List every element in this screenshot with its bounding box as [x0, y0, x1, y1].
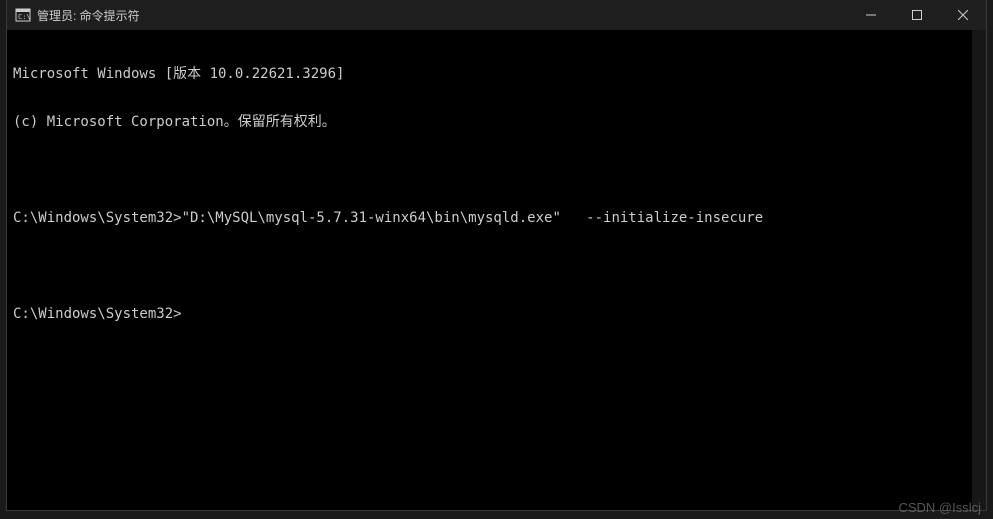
minimize-button[interactable]: [848, 0, 894, 30]
terminal-line: Microsoft Windows [版本 10.0.22621.3296]: [13, 66, 980, 82]
svg-text:C:\: C:\: [18, 13, 31, 21]
maximize-button[interactable]: [894, 0, 940, 30]
cmd-icon: C:\: [15, 7, 31, 23]
terminal-line: [13, 258, 980, 274]
command-prompt-window: C:\ 管理员: 命令提示符 Microsoft Windows [版本 10.…: [6, 0, 987, 511]
terminal-line: [13, 162, 980, 178]
titlebar[interactable]: C:\ 管理员: 命令提示符: [7, 0, 986, 30]
window-controls: [848, 0, 986, 30]
scrollbar[interactable]: [972, 30, 986, 510]
close-button[interactable]: [940, 0, 986, 30]
terminal-output[interactable]: Microsoft Windows [版本 10.0.22621.3296] (…: [7, 30, 986, 510]
terminal-line: C:\Windows\System32>"D:\MySQL\mysql-5.7.…: [13, 210, 980, 226]
terminal-prompt-line: C:\Windows\System32>: [13, 306, 980, 322]
terminal-line: (c) Microsoft Corporation。保留所有权利。: [13, 114, 980, 130]
watermark: CSDN @Isslcj: [898, 500, 981, 515]
window-title: 管理员: 命令提示符: [37, 7, 848, 24]
prompt: C:\Windows\System32>: [13, 306, 182, 322]
